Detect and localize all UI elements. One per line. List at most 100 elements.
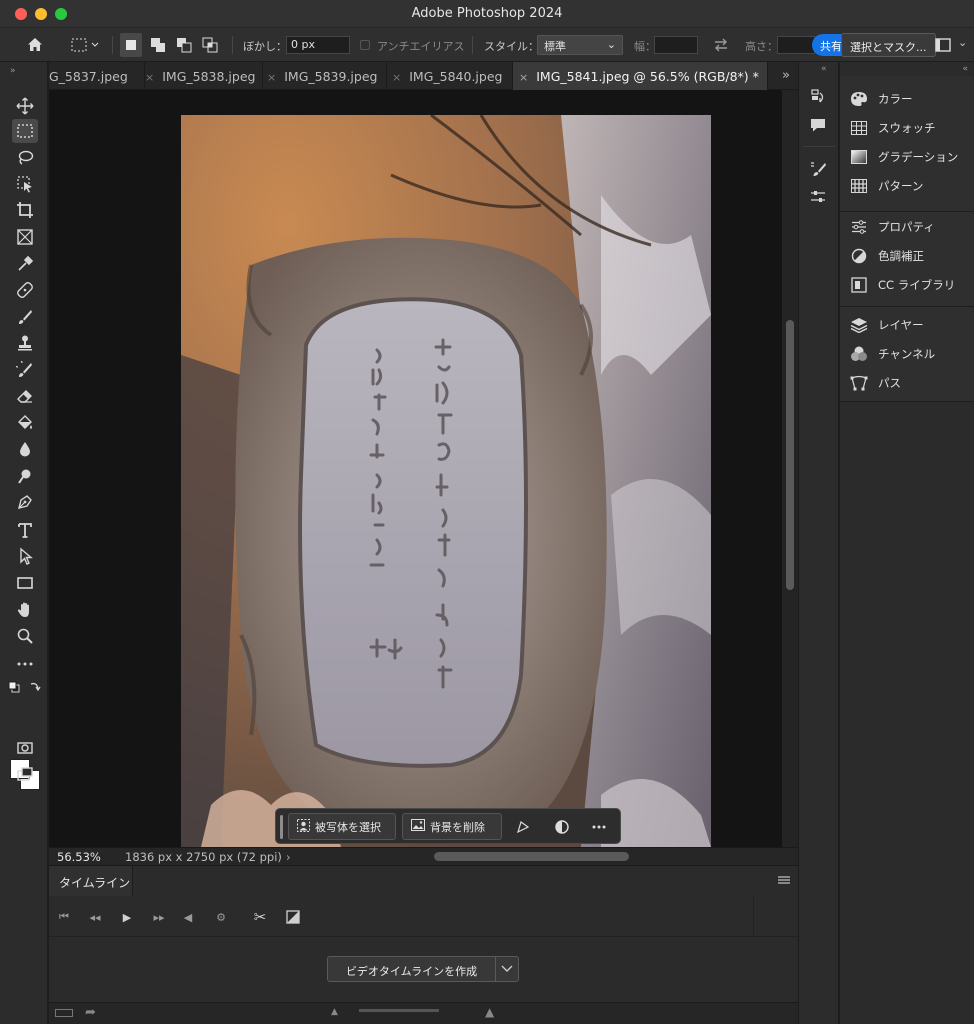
history-panel-button[interactable] (807, 86, 829, 108)
channels-panel-tab[interactable]: チャンネル (849, 343, 935, 365)
home-button[interactable] (22, 33, 48, 57)
screen-mode-button[interactable] (12, 763, 38, 787)
layers-panel-tab[interactable]: レイヤー (849, 314, 924, 336)
brush-tool[interactable] (12, 305, 38, 329)
vertical-scrollbar[interactable] (782, 90, 798, 847)
clone-stamp-tool[interactable] (12, 331, 38, 355)
style-select[interactable]: 標準 ⌄ (537, 35, 623, 55)
object-selection-tool[interactable] (12, 172, 38, 196)
transition-button[interactable] (285, 909, 301, 925)
zoom-in-icon[interactable]: ▲ (485, 1005, 494, 1019)
settings-gear-icon[interactable]: ⚙ (213, 909, 229, 925)
more-tabs-icon[interactable]: » (782, 68, 790, 83)
frame-mode-icon[interactable] (55, 1009, 73, 1017)
blur-tool[interactable] (12, 437, 38, 461)
history-brush-tool[interactable] (12, 358, 38, 382)
document-tab[interactable]: G_5837.jpeg (49, 62, 145, 90)
comments-panel-button[interactable] (807, 114, 829, 136)
hand-tool[interactable] (12, 598, 38, 622)
zoom-tool[interactable] (12, 624, 38, 648)
collapse-icon[interactable]: « (821, 64, 827, 74)
add-selection-button[interactable] (147, 33, 169, 57)
canvas-area[interactable]: 被写体を選択 背景を削除 (49, 90, 782, 847)
gradients-panel-tab[interactable]: グラデーション (849, 146, 958, 168)
width-input[interactable] (654, 36, 698, 54)
eyedropper-tool[interactable] (12, 252, 38, 276)
drag-handle[interactable] (280, 815, 283, 839)
zoom-level[interactable]: 56.53% (57, 850, 101, 864)
feather-input[interactable]: 0 px (286, 36, 350, 54)
workspace-button[interactable] (932, 33, 954, 57)
frame-tool[interactable] (12, 225, 38, 249)
patterns-panel-tab[interactable]: パターン (849, 175, 923, 197)
chevron-right-icon[interactable]: › (286, 850, 291, 864)
horizontal-scrollbar-thumb[interactable] (434, 852, 629, 861)
more-options-button[interactable] (590, 818, 608, 836)
crop-tool[interactable] (12, 198, 38, 222)
panel-menu-icon[interactable] (778, 876, 790, 884)
adjustment-button[interactable] (553, 818, 571, 836)
swap-dimensions-button[interactable] (710, 33, 732, 57)
lasso-tool[interactable] (12, 146, 38, 170)
next-frame-icon[interactable]: ▸▸ (151, 909, 167, 925)
quick-mask-button[interactable] (12, 736, 38, 760)
split-scissors-icon[interactable]: ✂ (252, 908, 268, 926)
timeline-type-dropdown[interactable] (496, 956, 519, 982)
adjustments-sliders-button[interactable] (807, 186, 829, 208)
brush-settings-button[interactable] (807, 158, 829, 180)
intersect-selection-button[interactable] (199, 33, 221, 57)
select-and-mask-button[interactable]: 選択とマスク... (841, 33, 936, 57)
dodge-tool[interactable] (12, 464, 38, 488)
chevron-down-icon[interactable]: ⌄ (958, 36, 967, 49)
cc-libraries-panel-tab[interactable]: CC ライブラリ (849, 274, 955, 296)
close-tab-icon[interactable]: × (392, 71, 401, 84)
audio-icon[interactable]: ◀ (180, 909, 196, 925)
paths-panel-tab[interactable]: パス (849, 372, 901, 394)
rectangle-tool[interactable] (12, 571, 38, 595)
remove-background-button[interactable]: 背景を削除 (402, 813, 502, 840)
default-colors-button[interactable] (8, 681, 20, 693)
swatches-panel-tab[interactable]: スウォッチ (849, 117, 936, 139)
eraser-tool[interactable] (12, 384, 38, 408)
type-tool[interactable] (12, 518, 38, 542)
close-tab-icon[interactable]: × (267, 71, 276, 84)
height-input[interactable] (777, 36, 815, 54)
zoom-out-icon[interactable]: ▲ (331, 1007, 338, 1017)
transform-button[interactable] (514, 818, 532, 836)
convert-arrow-icon[interactable]: ➦ (85, 1005, 96, 1020)
subtract-selection-button[interactable] (173, 33, 195, 57)
move-tool[interactable] (12, 94, 38, 118)
zoom-slider[interactable] (359, 1009, 439, 1012)
select-subject-button[interactable]: 被写体を選択 (288, 813, 396, 840)
edit-toolbar-button[interactable] (12, 651, 38, 675)
new-selection-button[interactable] (120, 33, 142, 57)
close-tab-icon[interactable]: × (145, 71, 154, 84)
collapse-icon[interactable]: « (962, 64, 968, 74)
collapse-icon[interactable]: » (10, 66, 16, 76)
timeline-tab[interactable]: タイムライン (49, 866, 133, 896)
document-tab-active[interactable]: × IMG_5841.jpeg @ 56.5% (RGB/8*) * (513, 62, 768, 90)
document-image[interactable] (181, 115, 711, 847)
swap-colors-button[interactable] (28, 680, 42, 694)
paint-bucket-tool[interactable] (12, 411, 38, 435)
document-tab[interactable]: × IMG_5838.jpeg (145, 62, 263, 90)
library-icon (849, 276, 869, 294)
previous-frame-icon[interactable]: ◂◂ (87, 909, 103, 925)
play-icon[interactable]: ▶ (119, 909, 135, 925)
document-tab[interactable]: × IMG_5840.jpeg (387, 62, 513, 90)
create-video-timeline-button[interactable]: ビデオタイムラインを作成 (327, 956, 496, 982)
spot-healing-brush-tool[interactable] (12, 278, 38, 302)
document-tab[interactable]: × IMG_5839.jpeg (263, 62, 387, 90)
scrollbar-thumb[interactable] (786, 320, 794, 590)
adjustments-panel-tab[interactable]: 色調補正 (849, 245, 924, 267)
properties-panel-tab[interactable]: プロパティ (849, 216, 935, 238)
close-tab-icon[interactable]: × (519, 71, 528, 84)
timeline-panel: タイムライン ⏮ ◂◂ ▶ ▸▸ ◀ ⚙ ✂ ビデオタイムラインを作成 ➦ ▲ … (49, 865, 798, 1024)
pen-tool[interactable] (12, 490, 38, 514)
first-frame-icon[interactable]: ⏮ (56, 909, 72, 925)
path-selection-tool[interactable] (12, 544, 38, 568)
rectangular-marquee-tool[interactable] (12, 119, 38, 143)
antialias-checkbox[interactable] (360, 40, 370, 50)
color-panel-tab[interactable]: カラー (849, 88, 913, 110)
marquee-preset-button[interactable] (64, 33, 106, 57)
